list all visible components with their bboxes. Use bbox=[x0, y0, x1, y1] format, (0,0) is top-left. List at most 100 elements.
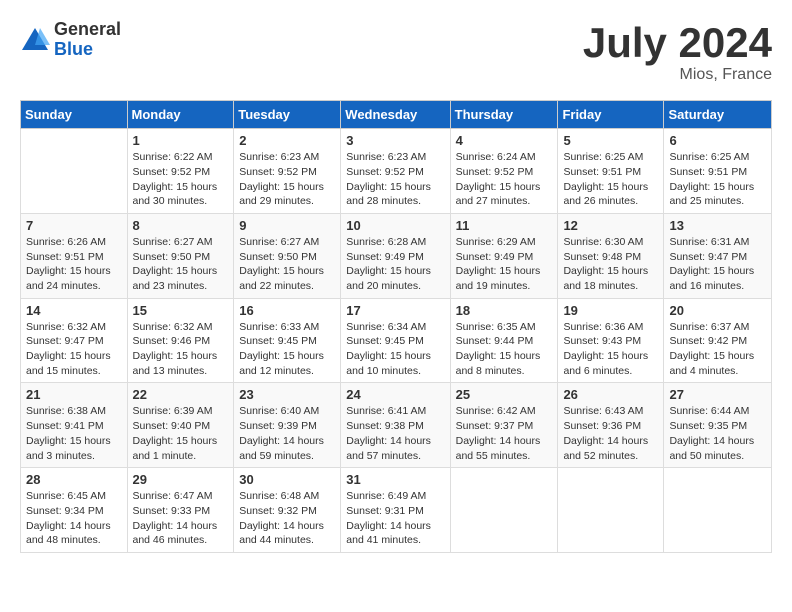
day-number: 25 bbox=[456, 387, 553, 402]
calendar-cell: 20 Sunrise: 6:37 AMSunset: 9:42 PMDaylig… bbox=[664, 298, 772, 383]
calendar-week-row: 21 Sunrise: 6:38 AMSunset: 9:41 PMDaylig… bbox=[21, 383, 772, 468]
day-number: 15 bbox=[133, 303, 229, 318]
page-header: General Blue July 2024 Mios, France bbox=[20, 20, 772, 84]
day-info: Sunrise: 6:25 AMSunset: 9:51 PMDaylight:… bbox=[669, 151, 754, 207]
day-info: Sunrise: 6:42 AMSunset: 9:37 PMDaylight:… bbox=[456, 405, 541, 461]
day-number: 16 bbox=[239, 303, 335, 318]
day-number: 13 bbox=[669, 218, 766, 233]
day-info: Sunrise: 6:34 AMSunset: 9:45 PMDaylight:… bbox=[346, 321, 431, 377]
header-day: Saturday bbox=[664, 101, 772, 129]
title-block: July 2024 Mios, France bbox=[583, 20, 772, 84]
calendar-cell: 31 Sunrise: 6:49 AMSunset: 9:31 PMDaylig… bbox=[341, 468, 450, 553]
day-number: 8 bbox=[133, 218, 229, 233]
day-number: 1 bbox=[133, 133, 229, 148]
calendar-cell: 4 Sunrise: 6:24 AMSunset: 9:52 PMDayligh… bbox=[450, 129, 558, 214]
calendar-cell: 13 Sunrise: 6:31 AMSunset: 9:47 PMDaylig… bbox=[664, 213, 772, 298]
day-info: Sunrise: 6:27 AMSunset: 9:50 PMDaylight:… bbox=[133, 236, 218, 292]
day-number: 10 bbox=[346, 218, 444, 233]
calendar-cell: 8 Sunrise: 6:27 AMSunset: 9:50 PMDayligh… bbox=[127, 213, 234, 298]
day-info: Sunrise: 6:26 AMSunset: 9:51 PMDaylight:… bbox=[26, 236, 111, 292]
day-number: 6 bbox=[669, 133, 766, 148]
calendar-cell: 26 Sunrise: 6:43 AMSunset: 9:36 PMDaylig… bbox=[558, 383, 664, 468]
calendar-cell: 3 Sunrise: 6:23 AMSunset: 9:52 PMDayligh… bbox=[341, 129, 450, 214]
day-number: 26 bbox=[563, 387, 658, 402]
calendar-cell: 5 Sunrise: 6:25 AMSunset: 9:51 PMDayligh… bbox=[558, 129, 664, 214]
calendar-week-row: 28 Sunrise: 6:45 AMSunset: 9:34 PMDaylig… bbox=[21, 468, 772, 553]
day-number: 30 bbox=[239, 472, 335, 487]
calendar-cell: 22 Sunrise: 6:39 AMSunset: 9:40 PMDaylig… bbox=[127, 383, 234, 468]
day-number: 20 bbox=[669, 303, 766, 318]
day-info: Sunrise: 6:43 AMSunset: 9:36 PMDaylight:… bbox=[563, 405, 648, 461]
header-day: Sunday bbox=[21, 101, 128, 129]
calendar-cell: 7 Sunrise: 6:26 AMSunset: 9:51 PMDayligh… bbox=[21, 213, 128, 298]
day-info: Sunrise: 6:35 AMSunset: 9:44 PMDaylight:… bbox=[456, 321, 541, 377]
calendar-cell: 14 Sunrise: 6:32 AMSunset: 9:47 PMDaylig… bbox=[21, 298, 128, 383]
calendar-cell: 29 Sunrise: 6:47 AMSunset: 9:33 PMDaylig… bbox=[127, 468, 234, 553]
calendar-cell: 15 Sunrise: 6:32 AMSunset: 9:46 PMDaylig… bbox=[127, 298, 234, 383]
day-number: 23 bbox=[239, 387, 335, 402]
calendar-cell: 12 Sunrise: 6:30 AMSunset: 9:48 PMDaylig… bbox=[558, 213, 664, 298]
day-info: Sunrise: 6:44 AMSunset: 9:35 PMDaylight:… bbox=[669, 405, 754, 461]
header-day: Monday bbox=[127, 101, 234, 129]
day-info: Sunrise: 6:27 AMSunset: 9:50 PMDaylight:… bbox=[239, 236, 324, 292]
header-day: Friday bbox=[558, 101, 664, 129]
calendar-cell: 6 Sunrise: 6:25 AMSunset: 9:51 PMDayligh… bbox=[664, 129, 772, 214]
logo: General Blue bbox=[20, 20, 121, 60]
day-info: Sunrise: 6:32 AMSunset: 9:47 PMDaylight:… bbox=[26, 321, 111, 377]
calendar-cell bbox=[664, 468, 772, 553]
day-info: Sunrise: 6:25 AMSunset: 9:51 PMDaylight:… bbox=[563, 151, 648, 207]
logo-general: General bbox=[54, 20, 121, 40]
header-day: Wednesday bbox=[341, 101, 450, 129]
calendar-cell: 18 Sunrise: 6:35 AMSunset: 9:44 PMDaylig… bbox=[450, 298, 558, 383]
day-number: 22 bbox=[133, 387, 229, 402]
day-number: 14 bbox=[26, 303, 122, 318]
header-row: SundayMondayTuesdayWednesdayThursdayFrid… bbox=[21, 101, 772, 129]
day-info: Sunrise: 6:37 AMSunset: 9:42 PMDaylight:… bbox=[669, 321, 754, 377]
calendar-cell bbox=[558, 468, 664, 553]
calendar-cell: 21 Sunrise: 6:38 AMSunset: 9:41 PMDaylig… bbox=[21, 383, 128, 468]
day-number: 18 bbox=[456, 303, 553, 318]
header-day: Thursday bbox=[450, 101, 558, 129]
day-number: 7 bbox=[26, 218, 122, 233]
calendar-cell: 24 Sunrise: 6:41 AMSunset: 9:38 PMDaylig… bbox=[341, 383, 450, 468]
day-number: 3 bbox=[346, 133, 444, 148]
day-info: Sunrise: 6:47 AMSunset: 9:33 PMDaylight:… bbox=[133, 490, 218, 546]
day-info: Sunrise: 6:30 AMSunset: 9:48 PMDaylight:… bbox=[563, 236, 648, 292]
calendar-cell: 11 Sunrise: 6:29 AMSunset: 9:49 PMDaylig… bbox=[450, 213, 558, 298]
day-info: Sunrise: 6:23 AMSunset: 9:52 PMDaylight:… bbox=[346, 151, 431, 207]
calendar-cell: 30 Sunrise: 6:48 AMSunset: 9:32 PMDaylig… bbox=[234, 468, 341, 553]
day-number: 4 bbox=[456, 133, 553, 148]
month-title: July 2024 bbox=[583, 20, 772, 66]
day-info: Sunrise: 6:32 AMSunset: 9:46 PMDaylight:… bbox=[133, 321, 218, 377]
day-info: Sunrise: 6:38 AMSunset: 9:41 PMDaylight:… bbox=[26, 405, 111, 461]
day-info: Sunrise: 6:48 AMSunset: 9:32 PMDaylight:… bbox=[239, 490, 324, 546]
header-day: Tuesday bbox=[234, 101, 341, 129]
day-info: Sunrise: 6:23 AMSunset: 9:52 PMDaylight:… bbox=[239, 151, 324, 207]
day-info: Sunrise: 6:41 AMSunset: 9:38 PMDaylight:… bbox=[346, 405, 431, 461]
day-number: 28 bbox=[26, 472, 122, 487]
day-number: 11 bbox=[456, 218, 553, 233]
calendar-cell: 16 Sunrise: 6:33 AMSunset: 9:45 PMDaylig… bbox=[234, 298, 341, 383]
calendar-cell: 19 Sunrise: 6:36 AMSunset: 9:43 PMDaylig… bbox=[558, 298, 664, 383]
day-info: Sunrise: 6:31 AMSunset: 9:47 PMDaylight:… bbox=[669, 236, 754, 292]
day-number: 21 bbox=[26, 387, 122, 402]
day-info: Sunrise: 6:33 AMSunset: 9:45 PMDaylight:… bbox=[239, 321, 324, 377]
day-number: 9 bbox=[239, 218, 335, 233]
calendar-cell: 1 Sunrise: 6:22 AMSunset: 9:52 PMDayligh… bbox=[127, 129, 234, 214]
calendar-cell: 25 Sunrise: 6:42 AMSunset: 9:37 PMDaylig… bbox=[450, 383, 558, 468]
day-info: Sunrise: 6:28 AMSunset: 9:49 PMDaylight:… bbox=[346, 236, 431, 292]
day-info: Sunrise: 6:29 AMSunset: 9:49 PMDaylight:… bbox=[456, 236, 541, 292]
calendar-week-row: 14 Sunrise: 6:32 AMSunset: 9:47 PMDaylig… bbox=[21, 298, 772, 383]
day-number: 29 bbox=[133, 472, 229, 487]
calendar-cell: 9 Sunrise: 6:27 AMSunset: 9:50 PMDayligh… bbox=[234, 213, 341, 298]
calendar-cell: 2 Sunrise: 6:23 AMSunset: 9:52 PMDayligh… bbox=[234, 129, 341, 214]
day-number: 24 bbox=[346, 387, 444, 402]
calendar-week-row: 1 Sunrise: 6:22 AMSunset: 9:52 PMDayligh… bbox=[21, 129, 772, 214]
day-number: 5 bbox=[563, 133, 658, 148]
calendar-week-row: 7 Sunrise: 6:26 AMSunset: 9:51 PMDayligh… bbox=[21, 213, 772, 298]
calendar-cell bbox=[21, 129, 128, 214]
calendar-cell: 17 Sunrise: 6:34 AMSunset: 9:45 PMDaylig… bbox=[341, 298, 450, 383]
logo-text: General Blue bbox=[54, 20, 121, 60]
calendar-table: SundayMondayTuesdayWednesdayThursdayFrid… bbox=[20, 100, 772, 553]
day-info: Sunrise: 6:24 AMSunset: 9:52 PMDaylight:… bbox=[456, 151, 541, 207]
